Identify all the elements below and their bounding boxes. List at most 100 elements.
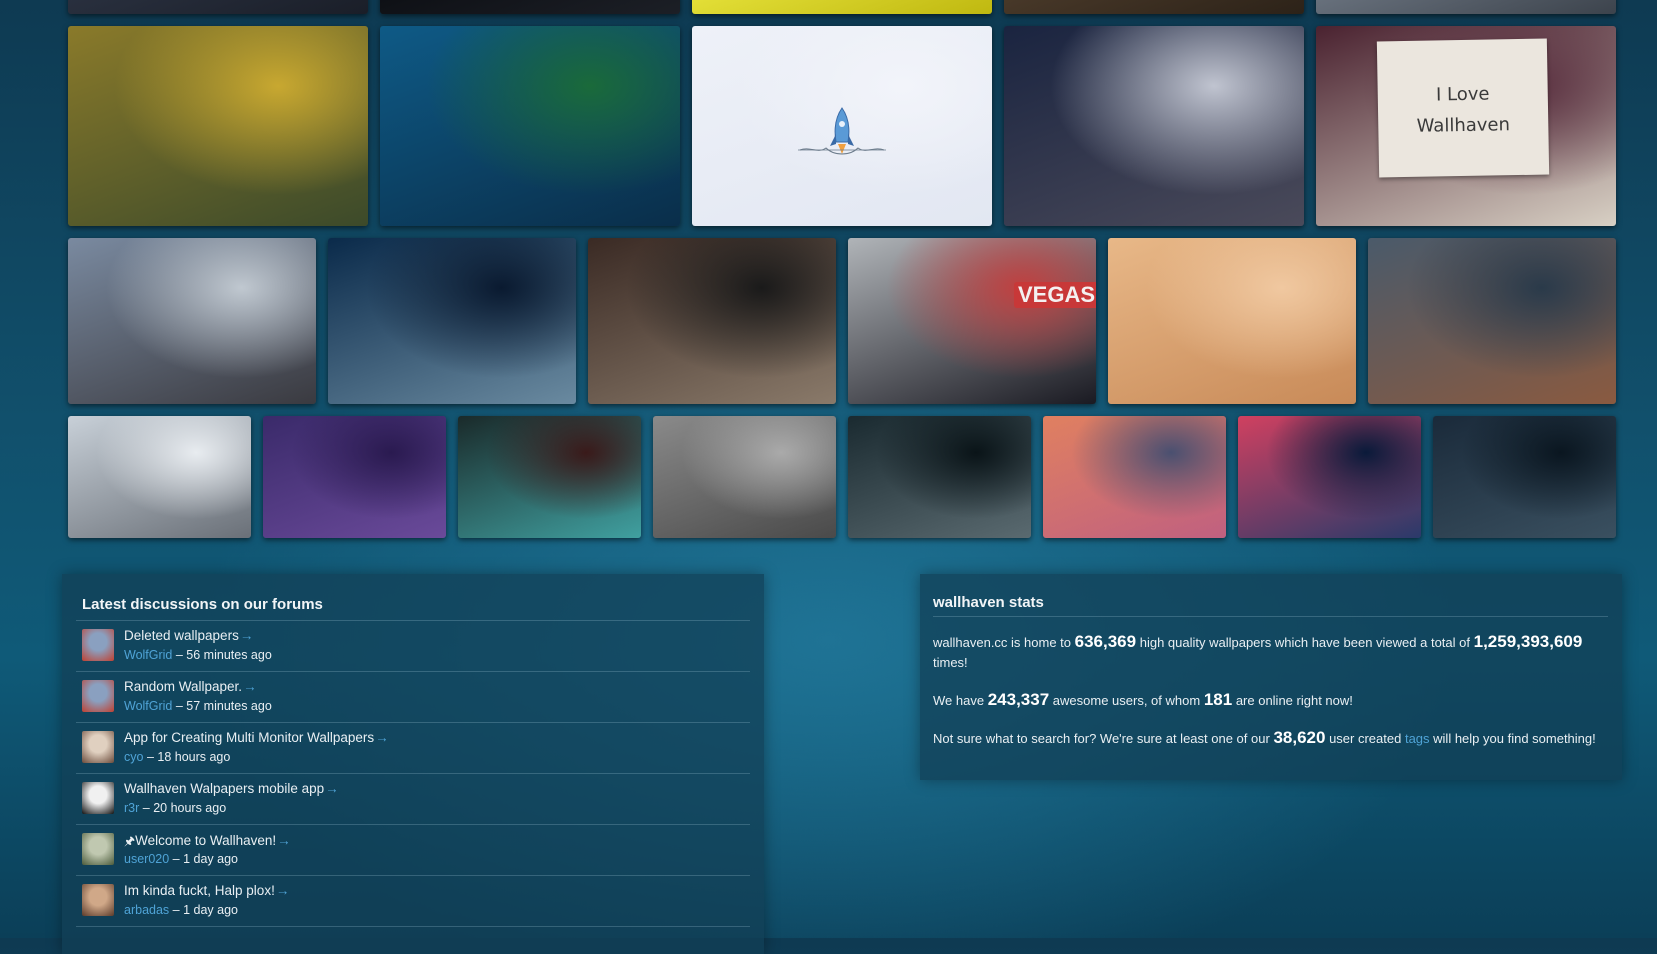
stats-text: are online right now! (1235, 693, 1353, 708)
user-count: 243,337 (987, 690, 1050, 709)
topic-author-link[interactable]: cyo (124, 750, 143, 764)
topic-title: Wallhaven Walpapers mobile app (124, 781, 325, 796)
topic-time: – 18 hours ago (146, 750, 231, 764)
rocket-icon (798, 107, 886, 155)
topic-author-link[interactable]: r3r (124, 801, 139, 815)
wallpaper-thumb-top-3[interactable] (692, 0, 992, 14)
tag-count: 38,620 (1273, 728, 1326, 747)
forum-topic-link[interactable]: Im kinda fuckt, Halp plox!→ (124, 883, 289, 898)
forum-topic-item: Random Wallpaper.→ WolfGrid – 57 minutes… (76, 671, 750, 722)
topic-meta: cyo – 18 hours ago (124, 750, 230, 764)
wallpaper-thumb-top-1[interactable] (68, 0, 368, 14)
topic-time: – 1 day ago (172, 903, 239, 917)
forum-panel-title: Latest discussions on our forums (82, 596, 323, 613)
topic-time: – 20 hours ago (142, 801, 227, 815)
topic-meta: arbadas – 1 day ago (124, 903, 238, 917)
love-sign: I Love Wallhaven (1376, 38, 1550, 178)
forum-topic-link[interactable]: Random Wallpaper.→ (124, 679, 257, 694)
wallpaper-thumb-night-bridge[interactable] (1368, 238, 1616, 404)
arrow-right-icon: → (243, 679, 257, 694)
stats-divider (933, 616, 1608, 617)
forum-topic-item: App for Creating Multi Monitor Wallpaper… (76, 722, 750, 773)
user-avatar[interactable] (82, 680, 114, 712)
love-sign-line-2: Wallhaven (1416, 114, 1511, 137)
wallpaper-thumb-underwater-whale[interactable] (380, 26, 680, 226)
user-avatar[interactable] (82, 884, 114, 916)
forum-topic-link[interactable]: App for Creating Multi Monitor Wallpaper… (124, 730, 389, 745)
wallpaper-thumb-vegas-car[interactable]: VEGAS (848, 238, 1096, 404)
wallpaper-thumb-purple-tiger[interactable] (263, 416, 446, 538)
arrow-right-icon: → (375, 730, 389, 745)
topic-title: App for Creating Multi Monitor Wallpaper… (124, 730, 375, 745)
stats-panel-title: wallhaven stats (933, 594, 1044, 611)
wallpaper-thumb-snowy-aircraft[interactable] (68, 416, 251, 538)
forum-topic-list: Deleted wallpapers→ WolfGrid – 56 minute… (76, 620, 750, 937)
stats-text: wallhaven.cc is home to (933, 635, 1072, 650)
user-avatar[interactable] (82, 782, 114, 814)
online-count: 181 (1203, 690, 1233, 709)
wallpaper-thumb-top-4[interactable] (1004, 0, 1304, 14)
wallpaper-thumb-i-love-wallhaven[interactable]: I Love Wallhaven (1316, 26, 1616, 226)
stats-line-users: We have 243,337 awesome users, of whom 1… (933, 690, 1613, 711)
wallpaper-thumb-top-2[interactable] (380, 0, 680, 14)
wallpaper-thumb-ice-ring[interactable] (328, 238, 576, 404)
forum-topic-item: Wallhaven Walpapers mobile app→ r3r – 20… (76, 773, 750, 824)
topic-meta: r3r – 20 hours ago (124, 801, 226, 815)
topic-title: Im kinda fuckt, Halp plox! (124, 883, 275, 898)
forum-topic-item: Deleted wallpapers→ WolfGrid – 56 minute… (76, 620, 750, 671)
view-count: 1,259,393,609 (1473, 632, 1583, 651)
stats-text: user created (1329, 731, 1402, 746)
topic-time: – 56 minutes ago (175, 648, 272, 662)
forum-topic-link[interactable]: 🖈Welcome to Wallhaven!→ (124, 832, 291, 853)
forum-topic-link[interactable]: Deleted wallpapers→ (124, 628, 253, 643)
forum-discussions-panel: Latest discussions on our forums Deleted… (62, 574, 764, 954)
wallpaper-thumb-desert-pyramids[interactable] (1108, 238, 1356, 404)
wallpaper-thumb-misty-temple[interactable] (1433, 416, 1616, 538)
wallpaper-thumb-golden-hands[interactable] (68, 26, 368, 226)
topic-title: Random Wallpaper. (124, 679, 243, 694)
stats-text: high quality wallpapers which have been … (1139, 635, 1470, 650)
topic-time: – 57 minutes ago (175, 699, 272, 713)
user-avatar[interactable] (82, 833, 114, 865)
wallpaper-count: 636,369 (1074, 632, 1137, 651)
forum-topic-link[interactable]: Wallhaven Walpapers mobile app→ (124, 781, 339, 796)
topic-author-link[interactable]: WolfGrid (124, 699, 172, 713)
arrow-right-icon: → (275, 883, 290, 898)
forum-topic-item: Im kinda fuckt, Halp plox!→ arbadas – 1 … (76, 875, 750, 926)
arrow-right-icon: → (277, 833, 291, 848)
topic-author-link[interactable]: WolfGrid (124, 648, 172, 662)
forum-topic-item-partial (76, 926, 750, 937)
vegas-sign: VEGAS (1014, 282, 1096, 308)
stats-text: We have (933, 693, 985, 708)
stats-line-wallpapers: wallhaven.cc is home to 636,369 high qua… (933, 632, 1613, 673)
topic-author-link[interactable]: arbadas (124, 903, 169, 917)
wallpaper-thumb-neon-city[interactable] (1238, 416, 1421, 538)
wallpaper-thumb-street-stickers[interactable] (68, 238, 316, 404)
wallpaper-thumb-cards-woman[interactable] (458, 416, 641, 538)
stats-line-tags: Not sure what to search for? We're sure … (933, 728, 1623, 749)
wallpaper-thumb-rocket-logo[interactable] (692, 26, 992, 226)
topic-meta: user020 – 1 day ago (124, 852, 238, 866)
wallpaper-thumb-grey-creature[interactable] (653, 416, 836, 538)
topic-title: Deleted wallpapers (124, 628, 239, 643)
forum-topic-item: 🖈Welcome to Wallhaven!→ user020 – 1 day … (76, 824, 750, 875)
wallpaper-thumb-dark-forest[interactable] (588, 238, 836, 404)
stats-text: will help you find something! (1433, 731, 1596, 746)
stats-text: awesome users, of whom (1052, 693, 1201, 708)
user-avatar[interactable] (82, 629, 114, 661)
topic-author-link[interactable]: user020 (124, 852, 169, 866)
tags-link[interactable]: tags (1405, 731, 1430, 746)
arrow-right-icon: → (325, 781, 339, 796)
wallpaper-thumb-milky-way-mountains[interactable] (1004, 26, 1304, 226)
user-avatar[interactable] (82, 731, 114, 763)
topic-time: – 1 day ago (172, 852, 239, 866)
stats-text: times! (933, 655, 968, 670)
topic-title: Welcome to Wallhaven! (135, 833, 277, 848)
wallhaven-stats-panel: wallhaven stats wallhaven.cc is home to … (920, 574, 1622, 780)
topic-meta: WolfGrid – 57 minutes ago (124, 699, 272, 713)
stats-text: Not sure what to search for? We're sure … (933, 731, 1270, 746)
wallpaper-thumb-top-5[interactable] (1316, 0, 1616, 14)
love-sign-line-1: I Love (1435, 83, 1490, 106)
wallpaper-thumb-sunset-branch[interactable] (1043, 416, 1226, 538)
wallpaper-thumb-forest-giant[interactable] (848, 416, 1031, 538)
